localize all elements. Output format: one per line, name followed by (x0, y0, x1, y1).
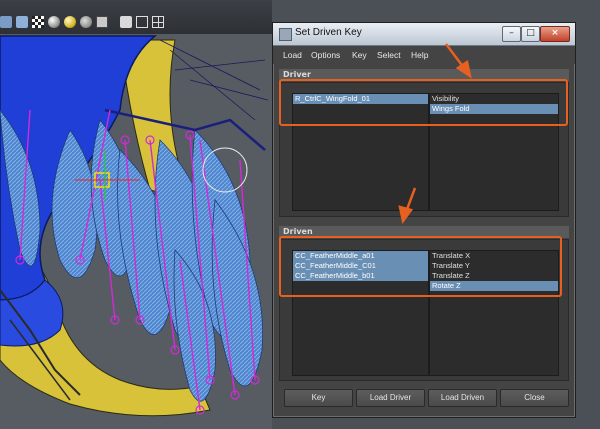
driver-arrow-icon (445, 43, 472, 79)
callout-arrows (398, 43, 472, 224)
driven-arrow-icon (398, 187, 417, 224)
